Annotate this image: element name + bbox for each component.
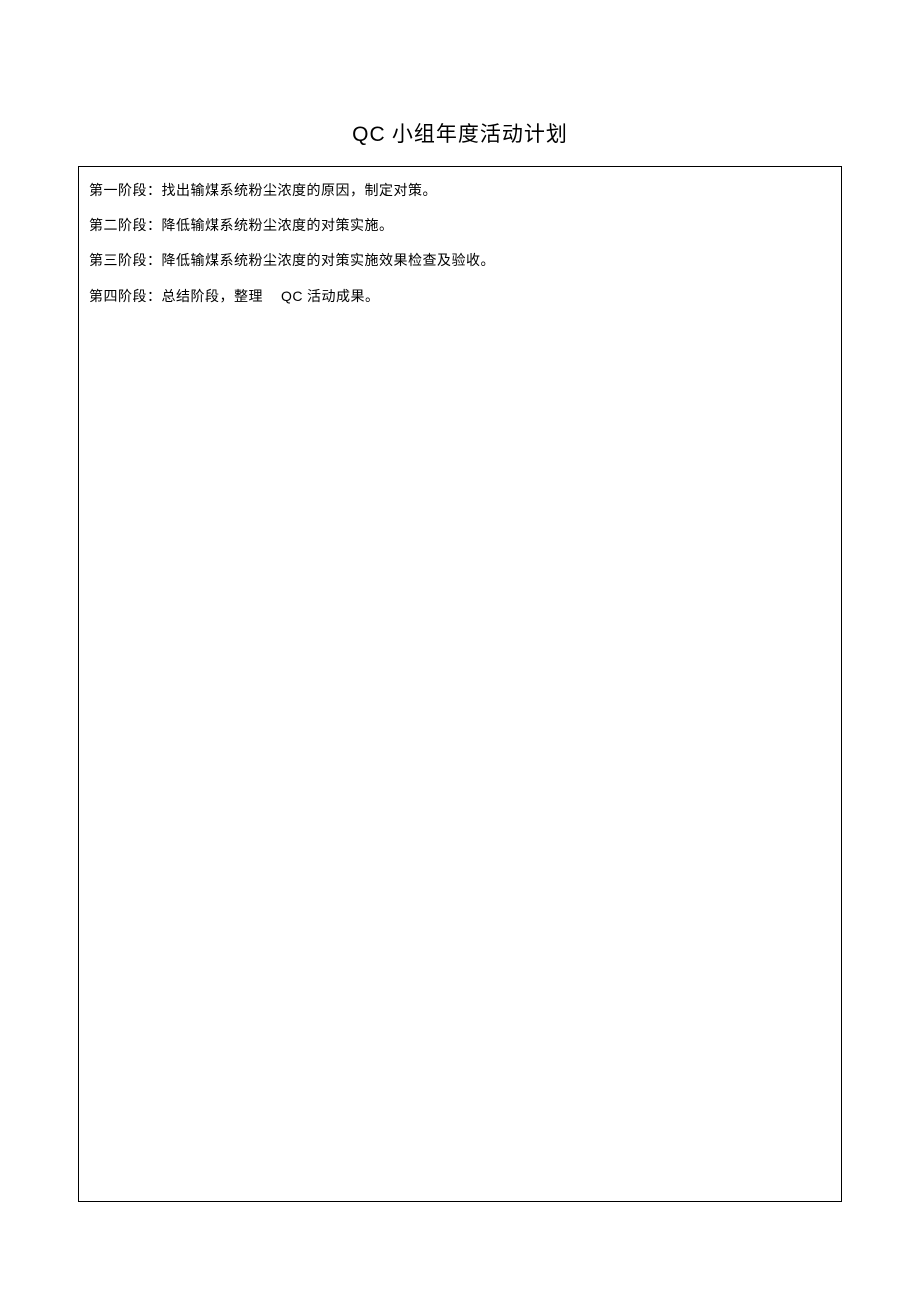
page-title: QC 小组年度活动计划	[0, 0, 920, 166]
stage-text: 降低输煤系统粉尘浓度的对策实施。	[162, 219, 394, 234]
stage-line-1: 第一阶段：找出输煤系统粉尘浓度的原因，制定对策。	[89, 181, 831, 202]
stage-text-before: 总结阶段，整理	[162, 290, 264, 305]
stage-label: 第三阶段：	[89, 254, 162, 269]
title-rest: 小组年度活动计划	[386, 122, 568, 146]
title-prefix: QC	[352, 123, 386, 146]
stage-text: 降低输煤系统粉尘浓度的对策实施效果检查及验收。	[162, 254, 496, 269]
content-box: 第一阶段：找出输煤系统粉尘浓度的原因，制定对策。 第二阶段：降低输煤系统粉尘浓度…	[78, 166, 842, 1202]
stage-line-2: 第二阶段：降低输煤系统粉尘浓度的对策实施。	[89, 216, 831, 237]
stage-line-4: 第四阶段：总结阶段，整理 QC 活动成果。	[89, 286, 831, 308]
stage-label: 第二阶段：	[89, 219, 162, 234]
stage-label: 第一阶段：	[89, 184, 162, 199]
stage-label: 第四阶段：	[89, 290, 162, 305]
stage-text: 找出输煤系统粉尘浓度的原因，制定对策。	[162, 184, 438, 199]
stage-text-after: 活动成果。	[303, 290, 380, 305]
qc-inline: QC	[281, 288, 303, 304]
stage-line-3: 第三阶段：降低输煤系统粉尘浓度的对策实施效果检查及验收。	[89, 251, 831, 272]
